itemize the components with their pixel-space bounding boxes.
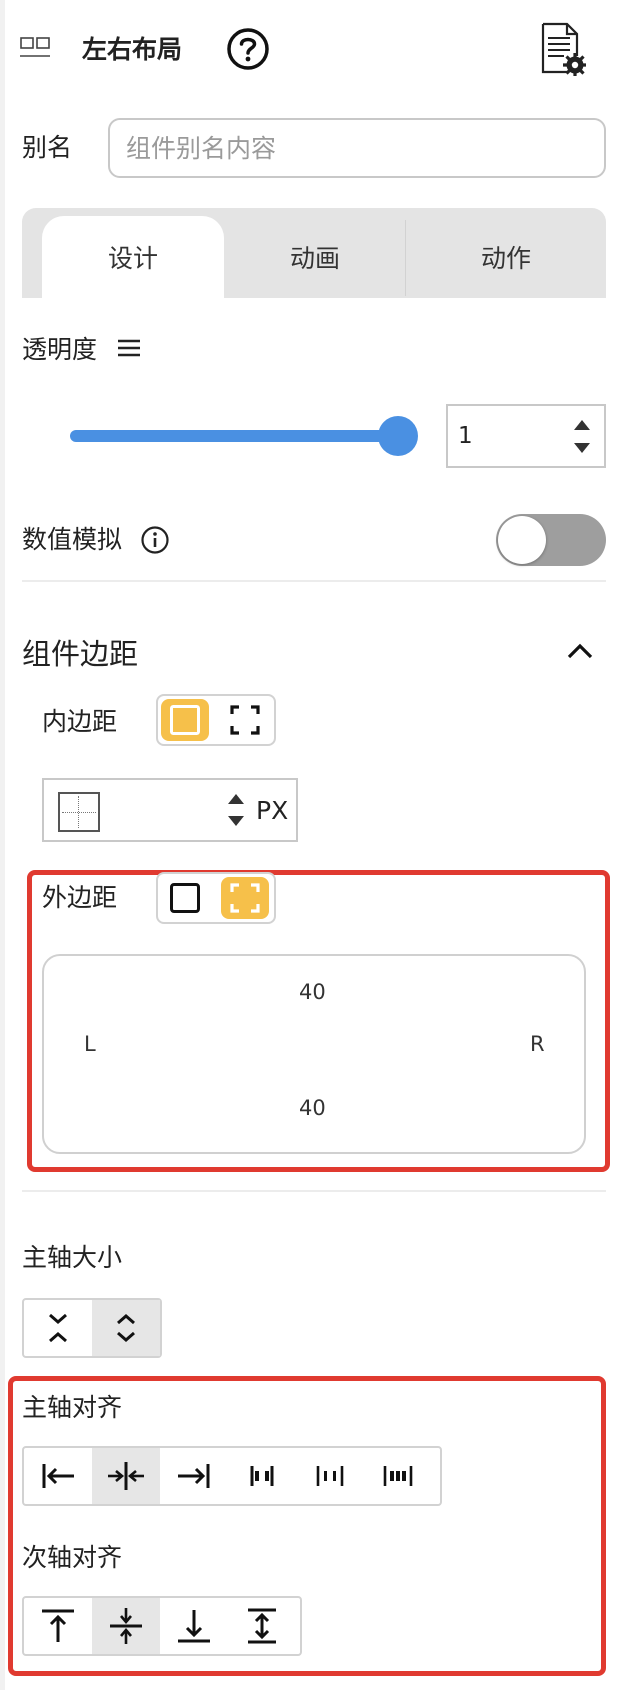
padding-box-icon [58, 792, 100, 832]
tab-bar: 设计 动画 动作 [22, 208, 606, 298]
padding-unit: PX [256, 796, 289, 825]
decrement-icon[interactable] [574, 443, 590, 453]
decrement-icon[interactable] [228, 816, 244, 826]
divider [22, 1190, 606, 1192]
cross-align-stretch-button[interactable] [228, 1598, 296, 1654]
value-sim-label: 数值模拟 [22, 525, 123, 554]
space-around-button[interactable] [296, 1448, 364, 1504]
tab-animation[interactable]: 动画 [224, 216, 406, 298]
margin-label: 外边距 [42, 883, 118, 912]
padding-label: 内边距 [42, 707, 118, 736]
opacity-label: 透明度 [22, 335, 98, 364]
margin-mode-toggle [156, 872, 276, 924]
margin-bottom-value[interactable]: 40 [299, 1096, 326, 1120]
alias-label: 别名 [22, 133, 73, 162]
margin-left-value[interactable]: L [84, 1032, 96, 1056]
main-axis-align-label: 主轴对齐 [22, 1393, 123, 1422]
space-evenly-icon [383, 1466, 413, 1486]
main-axis-align-group [22, 1446, 442, 1506]
space-evenly-button[interactable] [364, 1448, 432, 1504]
space-between-button[interactable] [228, 1448, 296, 1504]
left-edge [0, 0, 5, 1690]
opacity-slider-track[interactable] [70, 430, 398, 442]
align-start-icon [42, 1464, 74, 1488]
expand-button[interactable] [92, 1300, 160, 1356]
shrink-button[interactable] [24, 1300, 92, 1356]
align-bottom-icon [178, 1610, 210, 1643]
document-settings-icon[interactable] [540, 22, 586, 77]
padding-individual-button[interactable] [221, 699, 269, 741]
cross-align-start-button[interactable] [24, 1598, 92, 1654]
layout-icon [20, 32, 50, 60]
square-filled-icon [168, 703, 202, 737]
increment-icon[interactable] [228, 794, 244, 804]
align-center-icon [108, 1462, 144, 1490]
main-axis-size-group [22, 1298, 162, 1358]
margin-right-value[interactable]: R [530, 1032, 545, 1056]
padding-mode-toggle [156, 694, 276, 746]
tab-design[interactable]: 设计 [42, 216, 224, 298]
increment-icon[interactable] [574, 420, 590, 430]
align-end-icon [178, 1464, 210, 1488]
tab-action[interactable]: 动作 [406, 216, 606, 298]
align-middle-icon [110, 1608, 142, 1644]
corners-icon [230, 705, 260, 735]
align-center-button[interactable] [92, 1448, 160, 1504]
margin-uniform-button[interactable] [161, 877, 209, 919]
main-axis-size-label: 主轴大小 [22, 1243, 123, 1272]
cross-axis-align-label: 次轴对齐 [22, 1543, 123, 1572]
align-top-icon [42, 1609, 74, 1642]
cross-axis-align-group [22, 1596, 302, 1656]
divider [22, 580, 606, 582]
cross-align-end-button[interactable] [160, 1598, 228, 1654]
margin-top-value[interactable]: 40 [299, 980, 326, 1004]
align-end-button[interactable] [160, 1448, 228, 1504]
chevron-up-icon[interactable] [566, 640, 594, 662]
toggle-knob [498, 516, 546, 564]
component-title: 左右布局 [82, 35, 183, 64]
component-margin-title: 组件边距 [22, 637, 139, 671]
menu-icon[interactable] [118, 337, 140, 359]
expand-icon [117, 1314, 135, 1342]
padding-uniform-button[interactable] [161, 699, 209, 741]
info-icon[interactable] [140, 525, 170, 555]
alias-input[interactable] [108, 118, 606, 178]
opacity-value: 1 [458, 423, 473, 449]
shrink-icon [49, 1313, 67, 1343]
align-start-button[interactable] [24, 1448, 92, 1504]
padding-input[interactable]: PX [42, 778, 298, 842]
margin-editor[interactable]: 40 L R 40 [42, 954, 586, 1154]
opacity-number-input[interactable]: 1 [446, 404, 606, 468]
space-around-icon [316, 1466, 344, 1486]
square-outline-icon [170, 883, 200, 913]
corners-icon [230, 883, 260, 913]
help-icon[interactable] [226, 27, 270, 71]
stretch-icon [248, 1608, 276, 1644]
cross-align-center-button[interactable] [92, 1598, 160, 1654]
value-sim-toggle[interactable] [496, 514, 606, 566]
space-between-icon [250, 1466, 274, 1486]
margin-individual-button[interactable] [221, 877, 269, 919]
opacity-slider-handle[interactable] [378, 416, 418, 456]
